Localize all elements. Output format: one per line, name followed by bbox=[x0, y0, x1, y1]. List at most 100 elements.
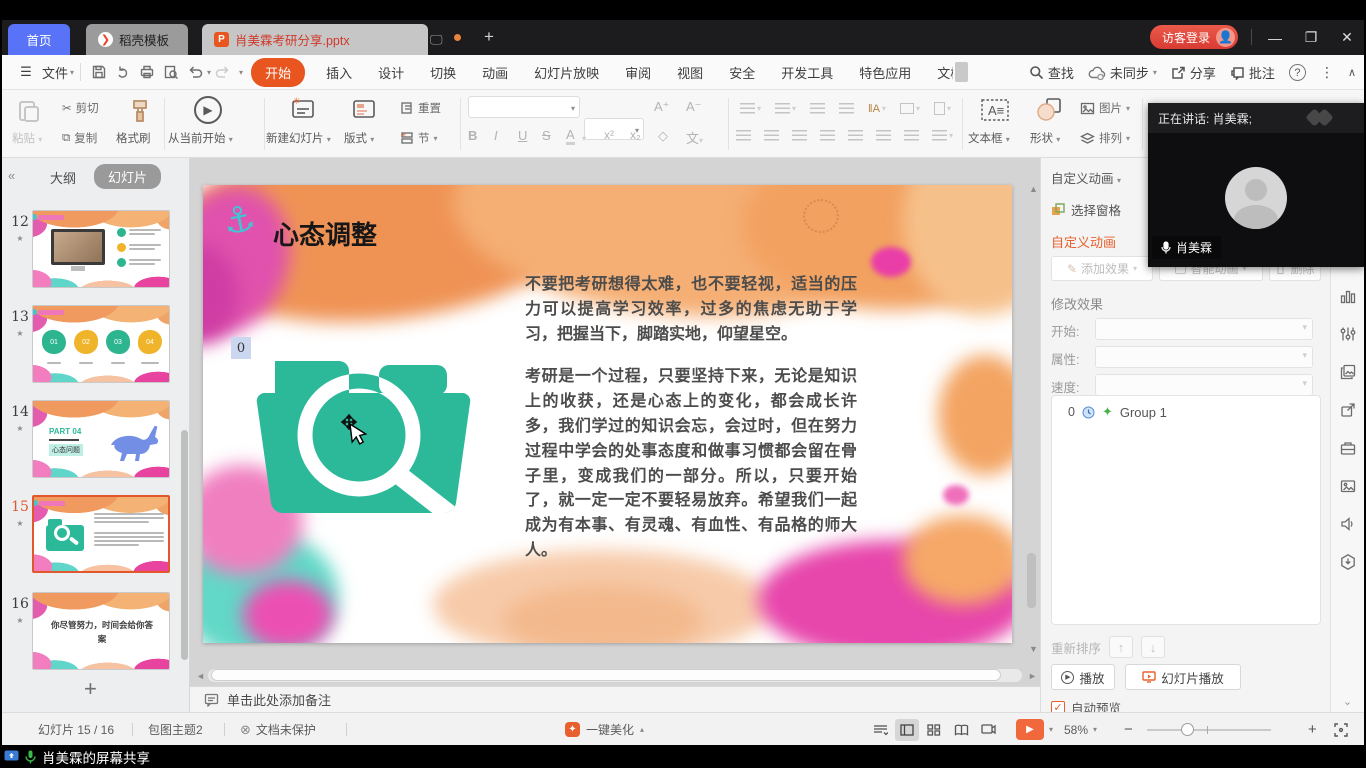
zoom-out-button[interactable]: − bbox=[1124, 713, 1133, 745]
sidebar-scrollbar[interactable] bbox=[181, 430, 188, 660]
guest-login-button[interactable]: 访客登录 👤 bbox=[1150, 25, 1238, 49]
paste-button[interactable]: 粘贴 ▾ bbox=[12, 130, 42, 146]
menu-item-insert[interactable]: 插入 bbox=[324, 59, 354, 86]
slide-thumbnail-16[interactable]: 你尽管努力，时间会给你答案 bbox=[32, 592, 170, 670]
textbox-button[interactable]: 文本框 ▾ bbox=[968, 130, 1010, 146]
fit-screen-button[interactable] bbox=[1334, 713, 1348, 745]
menu-item-transition[interactable]: 切换 bbox=[428, 59, 458, 86]
add-effect-button[interactable]: ✎添加效果▾ bbox=[1051, 256, 1153, 281]
zoom-level[interactable]: 58% ▾ bbox=[1064, 713, 1097, 745]
font-color-icon[interactable]: A bbox=[566, 128, 575, 145]
play-from-current-button[interactable]: 从当前开始 ▾ bbox=[168, 130, 233, 146]
beautify-button[interactable]: ✦ 一键美化 ▴ bbox=[565, 713, 644, 745]
align-left-icon[interactable] bbox=[736, 130, 751, 141]
paste-icon[interactable] bbox=[16, 98, 42, 129]
property-dropdown[interactable] bbox=[1095, 346, 1313, 368]
animation-list-item[interactable]: 0 ✦ Group 1 bbox=[1068, 404, 1320, 420]
vertical-scrollbar[interactable] bbox=[1027, 553, 1036, 608]
scroll-down-icon[interactable]: ▼ bbox=[1029, 644, 1038, 654]
decrease-indent-icon[interactable] bbox=[810, 103, 825, 114]
reading-view-icon[interactable] bbox=[949, 719, 973, 741]
picture-button[interactable]: 图片▾ bbox=[1080, 100, 1130, 116]
animation-list[interactable]: 0 ✦ Group 1 bbox=[1051, 395, 1321, 625]
picture-tool-icon[interactable] bbox=[1333, 470, 1363, 501]
collapse-sidebar-icon[interactable]: « bbox=[8, 168, 15, 183]
redo-icon[interactable] bbox=[211, 60, 235, 84]
section-button[interactable]: ✳ 节▾ bbox=[400, 130, 438, 146]
save-icon[interactable] bbox=[87, 60, 111, 84]
add-slide-button[interactable]: + bbox=[84, 676, 97, 702]
slide-thumbnail-15[interactable] bbox=[32, 495, 170, 573]
output-icon[interactable] bbox=[111, 60, 135, 84]
play-animation-button[interactable]: ▶ 播放 bbox=[1051, 664, 1115, 690]
quickbar-more-icon[interactable]: ▾ bbox=[239, 68, 243, 77]
share-button[interactable]: 分享 bbox=[1171, 63, 1216, 82]
slide-body-textbox[interactable]: 不要把考研想得太难，也不要轻视，适当的压力可以提高学习效率，过多的焦虑无助于学习… bbox=[525, 273, 857, 582]
slide-canvas[interactable]: ⚓ 心态调整 不要把考研想得太难，也不要轻视，适当的压力可以提高学习效率，过多的… bbox=[203, 185, 1012, 643]
theme-name[interactable]: 包图主题2 bbox=[148, 713, 203, 745]
slide-thumbnail-13[interactable]: 01 02 03 04 bbox=[32, 305, 170, 383]
scroll-right-icon[interactable]: ► bbox=[1028, 671, 1037, 681]
comment-button[interactable]: 批注 bbox=[1230, 63, 1275, 82]
more-menu-icon[interactable]: ⋮ bbox=[1320, 64, 1334, 81]
text-frame-icon[interactable]: ▾ bbox=[900, 103, 920, 114]
smart-format-icon[interactable] bbox=[904, 130, 919, 141]
tab-monitor-icon[interactable]: 🖵 bbox=[430, 32, 443, 48]
menu-item-animation[interactable]: 动画 bbox=[480, 59, 510, 86]
video-call-overlay[interactable]: 正在讲话: 肖美霖; 肖美霖 bbox=[1148, 103, 1364, 267]
slides-tab[interactable]: 幻灯片 bbox=[94, 164, 161, 189]
tab-docer[interactable]: ❯ 稻壳模板 bbox=[86, 24, 188, 55]
restore-button[interactable]: ❐ bbox=[1294, 20, 1328, 55]
file-menu[interactable]: 文件 bbox=[42, 63, 68, 82]
format-painter-button[interactable]: 格式刷 bbox=[116, 130, 151, 146]
decrease-font-icon[interactable]: A⁻ bbox=[686, 99, 702, 115]
protection-status[interactable]: ⊗ 文档未保护 bbox=[240, 713, 316, 745]
outline-tab[interactable]: 大纲 bbox=[50, 168, 76, 187]
font-name-combo[interactable]: ▾ bbox=[468, 96, 580, 118]
tab-document[interactable]: P 肖美霖考研分享.pptx bbox=[202, 24, 428, 55]
copy-button[interactable]: ⧉复制 bbox=[62, 130, 97, 146]
new-slide-button[interactable]: 新建幻灯片 ▾ bbox=[266, 130, 331, 146]
numbering-icon[interactable]: ▾ bbox=[775, 103, 796, 114]
print-icon[interactable] bbox=[135, 60, 159, 84]
hamburger-icon[interactable]: ☰ bbox=[14, 60, 38, 84]
strikethrough-icon[interactable]: S bbox=[542, 128, 551, 143]
menu-item-review[interactable]: 审阅 bbox=[623, 59, 653, 86]
zoom-slider-track[interactable] bbox=[1147, 729, 1271, 731]
slide-title[interactable]: 心态调整 bbox=[273, 215, 377, 252]
help-icon[interactable]: ? bbox=[1289, 64, 1306, 81]
menu-item-special[interactable]: 特色应用 bbox=[857, 59, 913, 86]
menu-item-devtools[interactable]: 开发工具 bbox=[779, 59, 835, 86]
subscript-icon[interactable]: x₂ bbox=[630, 128, 641, 142]
export-tool-icon[interactable] bbox=[1333, 394, 1363, 425]
play-caret-icon[interactable]: ▾ bbox=[1049, 725, 1053, 734]
package-tool-icon[interactable] bbox=[1333, 546, 1363, 577]
move-up-button[interactable]: ↑ bbox=[1109, 636, 1133, 658]
menu-item-security[interactable]: 安全 bbox=[727, 59, 757, 86]
zoom-slider-thumb[interactable] bbox=[1181, 723, 1194, 736]
superscript-icon[interactable]: x² bbox=[604, 128, 614, 142]
menu-overflow-button[interactable] bbox=[955, 62, 968, 82]
scroll-left-icon[interactable]: ◄ bbox=[196, 671, 205, 681]
chart-tool-icon[interactable] bbox=[1333, 280, 1363, 311]
horizontal-scrollbar-track[interactable] bbox=[208, 669, 1022, 682]
move-down-button[interactable]: ↓ bbox=[1141, 636, 1165, 658]
bold-icon[interactable]: B bbox=[468, 128, 477, 143]
sync-button[interactable]: 未同步 ▾ bbox=[1088, 63, 1157, 82]
notes-bar[interactable]: 单击此处添加备注 bbox=[190, 686, 1040, 712]
autofit-icon[interactable]: ▾ bbox=[934, 102, 951, 115]
clear-format-icon[interactable]: ◇ bbox=[658, 128, 668, 144]
slideshow-play-button[interactable]: 幻灯片播放 bbox=[1125, 664, 1241, 690]
align-center-icon[interactable] bbox=[764, 130, 779, 141]
underline-icon[interactable]: U bbox=[518, 128, 527, 143]
italic-icon[interactable]: I bbox=[494, 128, 498, 143]
strip-collapse-icon[interactable]: ⌄ bbox=[1343, 695, 1352, 708]
horizontal-scrollbar-thumb[interactable] bbox=[211, 669, 1001, 681]
justify-icon[interactable] bbox=[820, 130, 835, 141]
distribute-icon[interactable] bbox=[848, 130, 863, 141]
tab-home[interactable]: 首页 bbox=[8, 24, 70, 55]
start-dropdown[interactable] bbox=[1095, 318, 1313, 340]
menu-item-home[interactable]: 开始 bbox=[251, 58, 305, 87]
cut-button[interactable]: ✂剪切 bbox=[62, 100, 99, 116]
play-slideshow-button[interactable]: ▶ bbox=[1016, 719, 1044, 740]
